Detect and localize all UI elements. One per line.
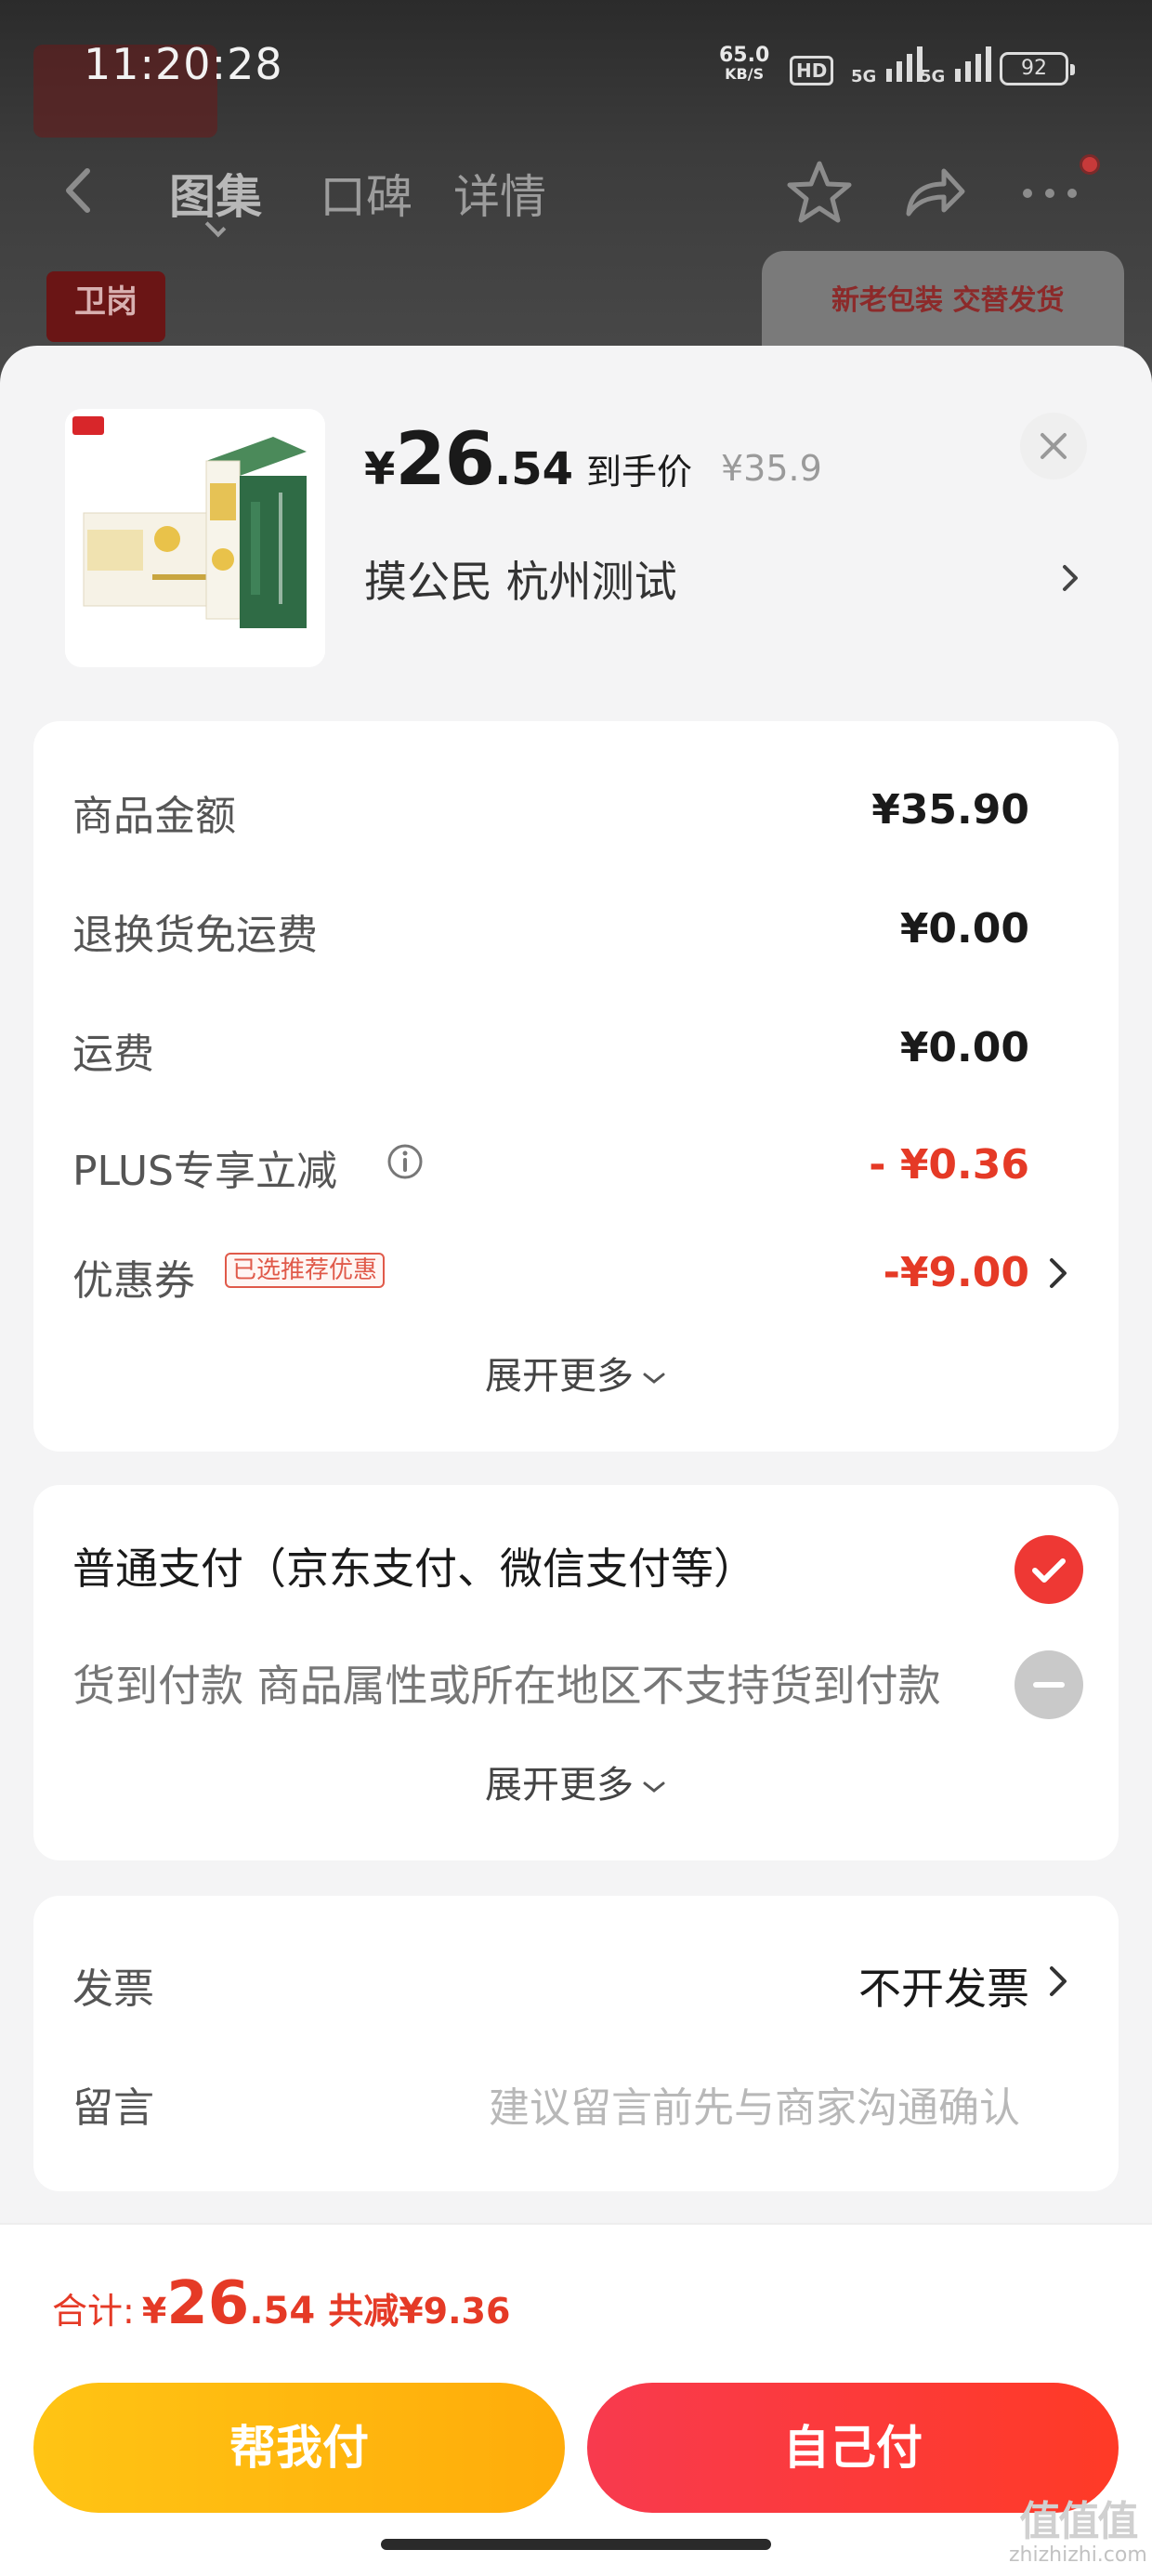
notification-dot <box>1080 154 1100 175</box>
tab-details[interactable]: 详情 <box>453 160 546 227</box>
chevron-down-icon <box>643 1373 665 1384</box>
signal-icon-2: 5G <box>920 46 991 86</box>
payment-expand-more[interactable]: 展开更多 <box>33 1755 1119 1808</box>
fee-row-shipping: 运费 ¥0.00 <box>33 1015 1119 1078</box>
battery-icon: 92 <box>1000 52 1075 85</box>
status-bar: 11:20:28 65.0 KB/S HD 5G 5G 92 <box>0 0 1152 139</box>
promo-banner-text: 新老包装 交替发货 <box>831 284 1065 317</box>
fee-value: - ¥0.36 <box>869 1141 1029 1189</box>
close-icon <box>1041 433 1067 459</box>
status-time: 11:20:28 <box>84 39 283 89</box>
fee-label: 退换货免运费 <box>72 912 318 959</box>
background-page: 11:20:28 65.0 KB/S HD 5G 5G 92 图集 口碑 详情 <box>0 0 1152 390</box>
tab-gallery[interactable]: 图集 <box>169 160 262 227</box>
fee-row-plus-discount: PLUS专享立减 - ¥0.36 <box>33 1132 1119 1195</box>
fee-label: 运费 <box>72 1031 154 1078</box>
payment-selected-checkbox[interactable] <box>1015 1535 1083 1604</box>
total-summary-bar: 合计: ¥26.54 共减¥9.36 <box>0 2223 1152 2368</box>
address-chevron-right-icon[interactable] <box>1054 556 1087 600</box>
self-pay-button[interactable]: 自己付 <box>587 2383 1119 2513</box>
milk-box-illustration <box>65 409 325 667</box>
fee-row-goods-amount: 商品金额 ¥35.90 <box>33 777 1119 840</box>
total-label: 合计: <box>52 2291 135 2332</box>
payment-option-standard[interactable]: 普通支付（京东支付、微信支付等） <box>72 1535 756 1597</box>
help-pay-button[interactable]: 帮我付 <box>33 2383 565 2513</box>
final-price: ¥26.54 到手价 <box>364 418 692 502</box>
back-arrow-icon[interactable] <box>56 165 102 216</box>
home-indicator[interactable] <box>381 2539 771 2550</box>
note-input[interactable]: 建议留言前先与商家沟通确认 <box>489 2074 1020 2134</box>
coupon-chevron-right-icon[interactable] <box>1044 1253 1072 1294</box>
fee-value: -¥9.00 <box>883 1249 1029 1296</box>
tab-reviews[interactable]: 口碑 <box>320 160 412 227</box>
product-nav: 图集 口碑 详情 <box>0 149 1152 238</box>
invoice-note-card: 发票 不开发票 留言 建议留言前先与商家沟通确认 <box>33 1896 1119 2191</box>
signal-icon: 5G <box>851 46 923 86</box>
product-image <box>65 409 325 667</box>
check-icon <box>1032 1558 1066 1583</box>
total-amount: 合计: ¥26.54 共减¥9.36 <box>52 2269 511 2338</box>
more-dots-icon[interactable] <box>1013 156 1087 230</box>
invoice-label: 发票 <box>72 1965 154 2013</box>
shipping-address[interactable]: 摸公民 杭州测试 <box>364 548 677 610</box>
brand-logo: 卫岗 <box>46 271 165 342</box>
note-row: 留言 建议留言前先与商家沟通确认 <box>33 2067 1119 2132</box>
net-speed: 65.0 KB/S <box>719 44 770 84</box>
info-icon[interactable] <box>386 1143 424 1180</box>
share-icon[interactable] <box>896 156 970 230</box>
fee-value: ¥0.00 <box>899 1024 1029 1071</box>
payment-method-card: 普通支付（京东支付、微信支付等） 货到付款 商品属性或所在地区不支持货到付款 展… <box>33 1485 1119 1860</box>
fee-row-return-shipping: 退换货免运费 ¥0.00 <box>33 896 1119 959</box>
invoice-value: 不开发票 <box>858 1964 1029 2014</box>
close-button[interactable] <box>1020 413 1087 480</box>
fee-value: ¥35.90 <box>871 786 1029 834</box>
coupon-recommended-tag: 已选推荐优惠 <box>225 1253 386 1288</box>
payment-option-cod: 货到付款 商品属性或所在地区不支持货到付款 <box>72 1661 941 1711</box>
note-label: 留言 <box>72 2084 154 2132</box>
fee-value: ¥0.00 <box>899 905 1029 953</box>
fee-label: 优惠券 <box>72 1257 195 1305</box>
invoice-chevron-right-icon[interactable] <box>1044 1961 1072 2002</box>
fee-row-coupon[interactable]: 优惠券 已选推荐优惠 -¥9.00 <box>33 1240 1119 1305</box>
payment-disabled-indicator <box>1015 1650 1083 1719</box>
hd-badge: HD <box>790 56 834 85</box>
fee-label: 商品金额 <box>72 793 236 840</box>
invoice-row[interactable]: 发票 不开发票 <box>33 1948 1119 2014</box>
total-saved: 共减¥9.36 <box>328 2291 511 2332</box>
original-price: ¥35.9 <box>721 448 822 489</box>
fee-label: PLUS专享立减 <box>72 1148 337 1195</box>
fees-expand-more[interactable]: 展开更多 <box>33 1346 1119 1400</box>
site-watermark: 值值值 zhizhizhi.com <box>1009 2498 1147 2567</box>
favorite-star-icon[interactable] <box>782 156 857 230</box>
final-price-label: 到手价 <box>585 452 692 493</box>
chevron-down-icon <box>643 1781 665 1793</box>
fee-breakdown-card: 商品金额 ¥35.90 退换货免运费 ¥0.00 运费 ¥0.00 PLUS专享… <box>33 721 1119 1452</box>
